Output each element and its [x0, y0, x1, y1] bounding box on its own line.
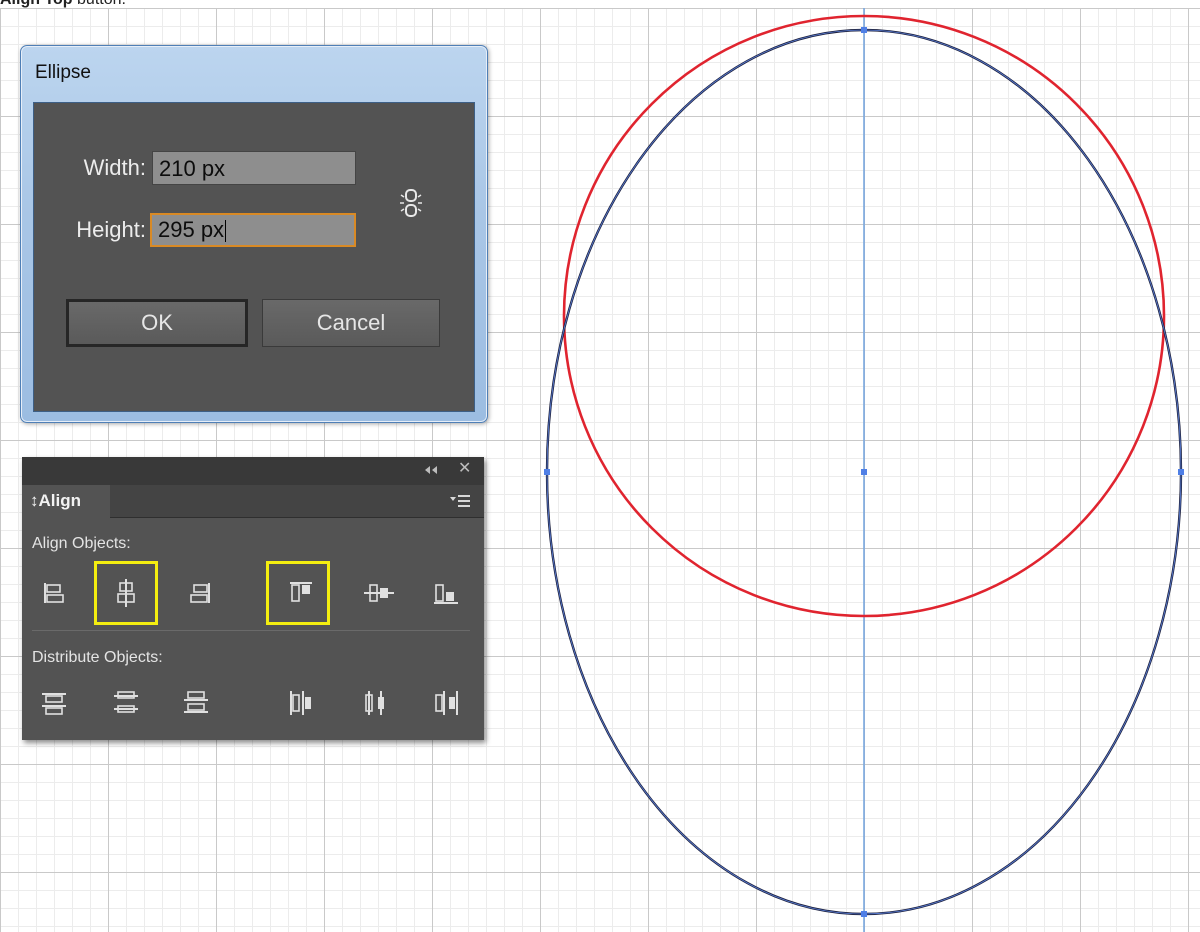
vertical-align-center-button[interactable] [348, 561, 412, 625]
horizontal-align-left-icon [44, 583, 64, 603]
panel-title-bar[interactable]: ✕ [22, 457, 484, 485]
ok-button[interactable]: OK [66, 299, 248, 347]
vertical-distribute-center-icon [114, 691, 138, 713]
horizontal-distribute-right-icon [435, 691, 458, 715]
panel-menu-icon[interactable] [450, 495, 470, 507]
ellipse-dialog: Ellipse Width: 210 px Height: 295 px OK … [20, 45, 488, 423]
anchor-left[interactable] [544, 469, 550, 475]
horizontal-align-left-button[interactable] [24, 561, 88, 625]
constrain-proportions-link-icon[interactable] [398, 185, 424, 221]
dialog-body: Width: 210 px Height: 295 px OK Cancel [33, 102, 475, 412]
tab-align[interactable]: ↕Align [22, 485, 110, 518]
height-value: 295 px [158, 217, 225, 242]
vertical-align-bottom-icon [434, 584, 458, 604]
vertical-align-top-button[interactable] [266, 561, 330, 625]
cancel-button[interactable]: Cancel [262, 299, 440, 347]
horizontal-distribute-left-icon [290, 691, 311, 715]
align-objects-label: Align Objects: [32, 535, 131, 552]
vertical-distribute-bottom-icon [184, 691, 208, 713]
horizontal-distribute-center-icon [365, 691, 384, 715]
vertical-distribute-bottom-button[interactable] [166, 671, 230, 735]
section-divider [32, 630, 470, 631]
text-caret [225, 220, 227, 243]
distribute-objects-label: Distribute Objects: [32, 649, 163, 666]
dialog-title: Ellipse [35, 62, 91, 83]
vertical-distribute-top-icon [42, 693, 66, 715]
width-field[interactable]: 210 px [152, 151, 356, 185]
horizontal-distribute-center-button[interactable] [346, 671, 410, 735]
width-value: 210 px [159, 156, 226, 181]
horizontal-distribute-right-button[interactable] [418, 671, 482, 735]
vertical-distribute-center-button[interactable] [96, 671, 160, 735]
anchor-top[interactable] [861, 27, 867, 33]
center-point [861, 469, 867, 475]
vertical-align-center-icon [364, 584, 394, 602]
horizontal-align-right-icon [190, 583, 210, 603]
vertical-distribute-top-button[interactable] [24, 671, 88, 735]
align-panel: ✕ ↕Align Align Objects: Distribute Objec… [22, 457, 484, 740]
width-label: Width: [83, 155, 146, 180]
close-panel-icon[interactable]: ✕ [458, 461, 471, 477]
horizontal-align-center-icon [117, 579, 135, 607]
vertical-align-bottom-button[interactable] [416, 561, 480, 625]
height-field[interactable]: 295 px [150, 213, 356, 247]
height-label: Height: [76, 217, 146, 242]
collapse-panel-icon[interactable] [424, 465, 438, 475]
anchor-bottom[interactable] [861, 911, 867, 917]
anchor-right[interactable] [1178, 469, 1184, 475]
tab-align-arrows: ↕ [30, 491, 39, 510]
horizontal-distribute-left-button[interactable] [268, 671, 332, 735]
vertical-align-top-icon [290, 582, 312, 602]
tab-align-label: Align [38, 491, 82, 510]
horizontal-align-right-button[interactable] [166, 561, 230, 625]
horizontal-align-center-button[interactable] [94, 561, 158, 625]
panel-tab-strip: ↕Align [22, 485, 484, 518]
